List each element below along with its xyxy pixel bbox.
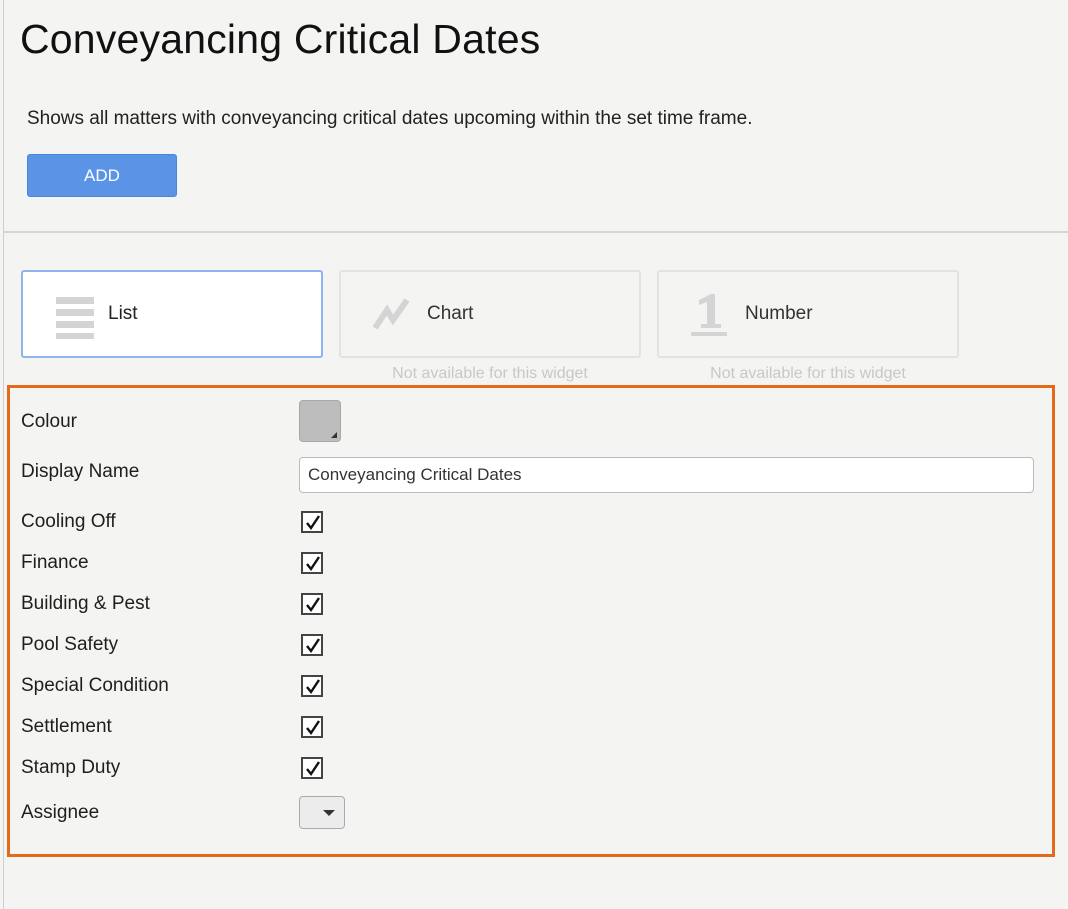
checkmark-icon xyxy=(306,679,320,695)
special-condition-label: Special Condition xyxy=(21,675,169,696)
finance-label: Finance xyxy=(21,552,89,573)
cooling-off-label: Cooling Off xyxy=(21,511,116,532)
display-type-chart-card[interactable]: Chart xyxy=(339,270,641,358)
widget-settings-panel xyxy=(7,385,1055,857)
display-type-number-label: Number xyxy=(745,303,813,324)
display-type-list-label: List xyxy=(108,303,138,324)
list-icon xyxy=(53,294,94,339)
checkmark-icon xyxy=(306,638,320,654)
display-type-chart-label: Chart xyxy=(427,303,474,324)
chevron-down-icon xyxy=(323,810,335,816)
display-type-list-card[interactable]: List xyxy=(21,270,323,358)
display-name-input[interactable] xyxy=(299,457,1034,493)
assignee-label: Assignee xyxy=(21,802,100,823)
colour-picker[interactable] xyxy=(299,400,341,442)
section-divider xyxy=(4,231,1068,233)
chart-icon xyxy=(371,294,411,334)
left-edge-line xyxy=(3,0,4,909)
display-name-label: Display Name xyxy=(21,461,140,482)
page-title: Conveyancing Critical Dates xyxy=(20,16,541,62)
checkmark-icon xyxy=(306,597,320,613)
number-unavailable-note: Not available for this widget xyxy=(710,365,906,382)
number-icon xyxy=(689,294,729,336)
chart-unavailable-note: Not available for this widget xyxy=(392,365,588,382)
settlement-checkbox[interactable] xyxy=(301,716,323,738)
building-pest-checkbox[interactable] xyxy=(301,593,323,615)
display-type-number-card[interactable]: Number xyxy=(657,270,959,358)
building-pest-label: Building & Pest xyxy=(21,593,150,614)
page-description: Shows all matters with conveyancing crit… xyxy=(27,108,753,129)
pool-safety-label: Pool Safety xyxy=(21,634,119,655)
assignee-dropdown[interactable] xyxy=(299,796,345,829)
finance-checkbox[interactable] xyxy=(301,552,323,574)
settlement-label: Settlement xyxy=(21,716,112,737)
cooling-off-checkbox[interactable] xyxy=(301,511,323,533)
pool-safety-checkbox[interactable] xyxy=(301,634,323,656)
special-condition-checkbox[interactable] xyxy=(301,675,323,697)
checkmark-icon xyxy=(306,556,320,572)
dropdown-corner-icon xyxy=(331,432,337,438)
stamp-duty-label: Stamp Duty xyxy=(21,757,121,778)
checkmark-icon xyxy=(306,720,320,736)
colour-label: Colour xyxy=(21,411,77,432)
checkmark-icon xyxy=(306,515,320,531)
add-button[interactable]: ADD xyxy=(27,154,177,197)
checkmark-icon xyxy=(306,761,320,777)
stamp-duty-checkbox[interactable] xyxy=(301,757,323,779)
